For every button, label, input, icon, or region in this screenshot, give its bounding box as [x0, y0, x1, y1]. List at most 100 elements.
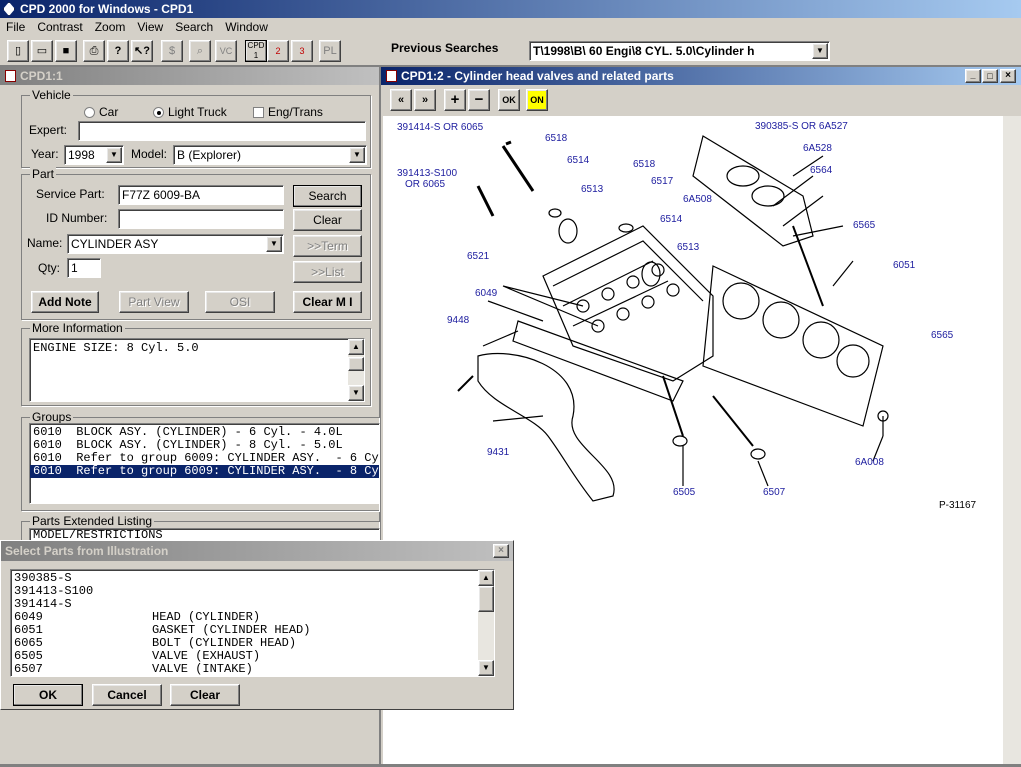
- exhaust-manifold-shape: [477, 352, 615, 502]
- ok-button[interactable]: OK: [13, 684, 83, 706]
- menu-file[interactable]: File: [0, 18, 31, 37]
- chevron-down-icon[interactable]: ▼: [349, 147, 365, 163]
- cpd1-window-icon[interactable]: CPD 1: [245, 40, 267, 62]
- menu-search[interactable]: Search: [169, 18, 219, 37]
- window-3-icon[interactable]: 3: [291, 40, 313, 62]
- checkbox-eng-trans[interactable]: Eng/Trans: [253, 105, 323, 119]
- previous-searches-combo[interactable]: T\1998\B\ 60 Engi\8 CYL. 5.0\Cylinder h …: [529, 41, 830, 61]
- callout-label[interactable]: 6514: [660, 214, 683, 225]
- back-icon[interactable]: «: [390, 89, 412, 111]
- service-part-label: Service Part:: [36, 187, 105, 201]
- callout-label[interactable]: 391413-S100: [397, 168, 457, 179]
- term-button[interactable]: >>Term: [293, 235, 362, 257]
- pl-icon[interactable]: PL: [319, 40, 341, 62]
- scroll-thumb[interactable]: [478, 586, 494, 612]
- osi-button[interactable]: OSI: [205, 291, 275, 313]
- add-note-button[interactable]: Add Note: [31, 291, 99, 313]
- print-icon[interactable]: ⎙: [83, 40, 105, 62]
- checkbox-eng-trans-box[interactable]: [253, 106, 264, 118]
- more-info-textarea[interactable]: ENGINE SIZE: 8 Cyl. 5.0 ▲ ▼: [29, 338, 365, 402]
- maximize-icon[interactable]: □: [982, 69, 998, 83]
- callout-label[interactable]: 6565: [853, 220, 876, 231]
- zoom-in-icon[interactable]: +: [444, 89, 466, 111]
- help-icon[interactable]: ?: [107, 40, 129, 62]
- save-disk-icon[interactable]: ■: [55, 40, 77, 62]
- expert-input[interactable]: [78, 121, 366, 141]
- compare-icon[interactable]: VC: [215, 40, 237, 62]
- list-button[interactable]: >>List: [293, 261, 362, 283]
- cancel-button[interactable]: Cancel: [92, 684, 162, 706]
- callout-label[interactable]: 6049: [475, 288, 498, 299]
- chevron-down-icon[interactable]: ▼: [266, 236, 282, 252]
- callout-label[interactable]: 390385-S OR 6A527: [755, 121, 848, 132]
- callout-label[interactable]: 6521: [467, 251, 490, 262]
- callout-label[interactable]: 6A008: [855, 457, 884, 468]
- callout-label[interactable]: 6517: [651, 176, 674, 187]
- year-select[interactable]: 1998 ▼: [64, 145, 124, 165]
- name-select[interactable]: CYLINDER ASY ▼: [67, 234, 284, 254]
- open-folder-icon[interactable]: ▭: [31, 40, 53, 62]
- scroll-up-icon[interactable]: ▲: [348, 339, 364, 355]
- part-view-button[interactable]: Part View: [119, 291, 189, 313]
- radio-car-circle[interactable]: [84, 106, 95, 118]
- list-item[interactable]: 6507 VALVE (INTAKE): [11, 663, 494, 676]
- callout-label[interactable]: 9448: [447, 315, 470, 326]
- callout-label[interactable]: 6513: [581, 184, 604, 195]
- groups-list[interactable]: 6010 BLOCK ASY. (CYLINDER) - 6 Cyl. - 4.…: [29, 423, 380, 504]
- on-icon[interactable]: ON: [526, 89, 548, 111]
- callout-label[interactable]: 6564: [810, 165, 833, 176]
- callout-label[interactable]: OR 6065: [405, 179, 445, 190]
- close-icon[interactable]: ×: [493, 544, 509, 558]
- radio-light-truck[interactable]: Light Truck: [153, 105, 227, 119]
- clear-button[interactable]: Clear: [170, 684, 240, 706]
- callout-label[interactable]: 6505: [673, 487, 696, 498]
- callout-label[interactable]: 6565: [931, 330, 954, 341]
- clear-button[interactable]: Clear: [293, 209, 362, 231]
- chevron-down-icon[interactable]: ▼: [106, 147, 122, 163]
- window-2-icon[interactable]: 2: [267, 40, 289, 62]
- close-icon[interactable]: ×: [1000, 69, 1016, 83]
- forward-icon[interactable]: »: [414, 89, 436, 111]
- qty-input[interactable]: 1: [67, 258, 101, 278]
- scroll-down-icon[interactable]: ▼: [348, 385, 364, 401]
- search-button[interactable]: Search: [293, 185, 362, 207]
- callout-label[interactable]: 6507: [763, 487, 786, 498]
- service-part-input[interactable]: F77Z 6009-BA: [118, 185, 284, 205]
- callout-label[interactable]: 6A528: [803, 143, 832, 154]
- callout-label[interactable]: 6051: [893, 260, 916, 271]
- id-number-input[interactable]: [118, 209, 284, 229]
- right-scrollbar[interactable]: [1003, 116, 1021, 764]
- model-select[interactable]: B (Explorer) ▼: [173, 145, 367, 165]
- context-help-icon[interactable]: ↖?: [131, 40, 153, 62]
- list-item[interactable]: 391413-S100: [11, 585, 494, 598]
- parts-list[interactable]: 390385-S 391413-S100 391414-S 6049 HEAD (…: [10, 569, 495, 677]
- scroll-up-icon[interactable]: ▲: [478, 570, 494, 586]
- menu-view[interactable]: View: [131, 18, 169, 37]
- parts-list-scrollbar[interactable]: ▲ ▼: [478, 570, 494, 676]
- chevron-down-icon[interactable]: ▼: [812, 43, 828, 59]
- callout-label[interactable]: 6514: [567, 155, 590, 166]
- scroll-down-icon[interactable]: ▼: [478, 660, 494, 676]
- callout-label[interactable]: 391414-S OR 6065: [397, 122, 484, 133]
- menu-zoom[interactable]: Zoom: [89, 18, 132, 37]
- dollar-icon[interactable]: $: [161, 40, 183, 62]
- scroll-thumb[interactable]: [348, 357, 364, 371]
- clear-mi-button[interactable]: Clear M I: [293, 291, 362, 313]
- new-file-icon[interactable]: ▯: [7, 40, 29, 62]
- callout-label[interactable]: 6513: [677, 242, 700, 253]
- callout-label[interactable]: 6A508: [683, 194, 712, 205]
- more-info-scrollbar[interactable]: ▲ ▼: [348, 339, 364, 401]
- radio-car[interactable]: Car: [84, 105, 118, 119]
- minimize-icon[interactable]: _: [965, 69, 981, 83]
- find-icon[interactable]: ⌕: [189, 40, 211, 62]
- callout-label[interactable]: 6518: [545, 133, 568, 144]
- callout-label[interactable]: 9431: [487, 447, 510, 458]
- zoom-out-icon[interactable]: −: [468, 89, 490, 111]
- list-item-selected[interactable]: 6010 Refer to group 6009: CYLINDER ASY. …: [30, 465, 379, 478]
- menu-window[interactable]: Window: [219, 18, 274, 37]
- model-value: B (Explorer): [177, 148, 242, 162]
- radio-light-truck-circle[interactable]: [153, 106, 164, 118]
- ok-icon[interactable]: OK: [498, 89, 520, 111]
- callout-label[interactable]: 6518: [633, 159, 656, 170]
- menu-contrast[interactable]: Contrast: [31, 18, 88, 37]
